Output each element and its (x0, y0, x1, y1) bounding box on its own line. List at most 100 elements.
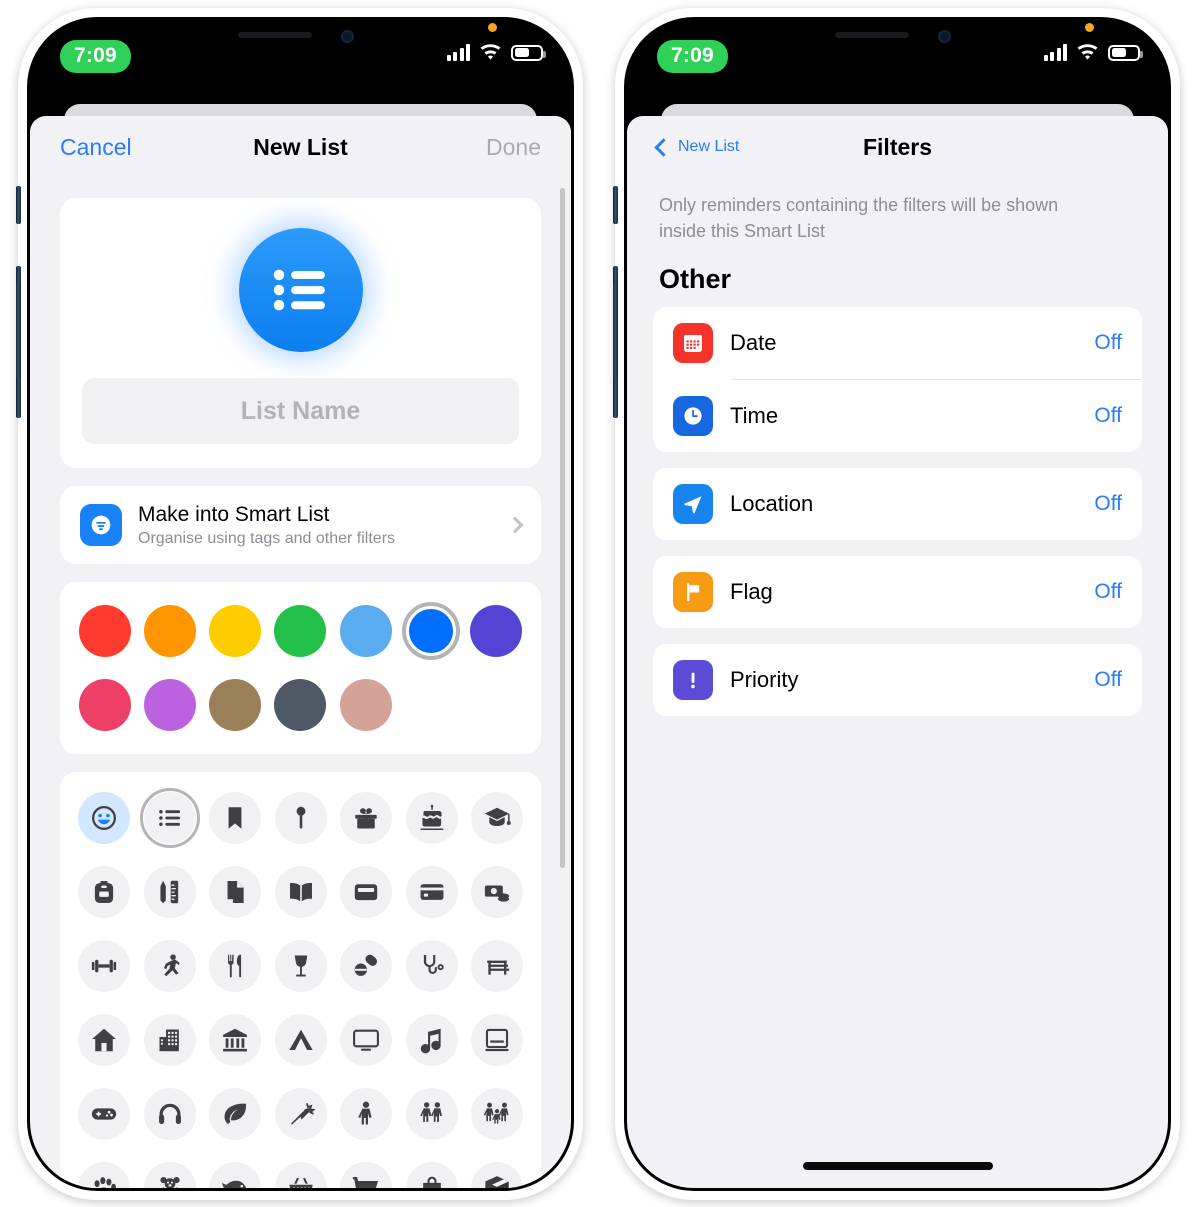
glyph-option-headphones[interactable] (140, 1084, 200, 1144)
power-button[interactable] (16, 283, 21, 379)
glyph-option-person[interactable] (336, 1084, 396, 1144)
fish-icon (209, 1162, 261, 1188)
silent-switch[interactable] (613, 186, 618, 224)
glyph-option-dumbbell[interactable] (74, 936, 134, 996)
color-swatch-pink[interactable] (76, 676, 134, 734)
color-swatch-slate[interactable] (271, 676, 329, 734)
sheet-scrollbar[interactable] (560, 188, 565, 868)
filter-row-priority[interactable]: Priority Off (653, 644, 1142, 716)
color-row-2 (76, 676, 525, 734)
glyph-option-house[interactable] (74, 1010, 134, 1070)
done-button[interactable]: Done (486, 134, 541, 161)
exclamation-icon (673, 660, 713, 701)
new-list-sheet: Cancel New List Done List Name Make into… (30, 116, 571, 1188)
bag-icon (405, 1162, 458, 1188)
glyph-option-two-people[interactable] (402, 1084, 462, 1144)
glyph-option-cake[interactable] (402, 788, 462, 848)
orange-mic-dot-icon (1085, 23, 1094, 32)
color-swatch-red[interactable] (76, 602, 134, 660)
color-swatch-purple[interactable] (141, 676, 199, 734)
bookmark-icon (209, 792, 261, 845)
color-swatch-brown[interactable] (206, 676, 264, 734)
calendar-icon (673, 323, 713, 364)
glyph-option-gift[interactable] (336, 788, 396, 848)
color-swatch-green[interactable] (271, 602, 329, 660)
glyph-option-pencil-ruler[interactable] (140, 862, 200, 922)
section-title-other: Other (659, 264, 732, 295)
glyph-option-carrot[interactable] (271, 1084, 331, 1144)
shopping-cart-icon (340, 1162, 392, 1188)
filter-row-value: Off (1094, 404, 1122, 428)
glyph-option-gamepad[interactable] (74, 1084, 134, 1144)
silent-switch[interactable] (16, 186, 21, 224)
cellular-bars-icon (1043, 44, 1067, 61)
tent-icon (274, 1014, 327, 1067)
filter-row-value: Off (1094, 331, 1122, 355)
color-swatch-yellow[interactable] (206, 602, 264, 660)
filters-description: Only reminders containing the filters wi… (659, 195, 1059, 242)
glyph-option-paw[interactable] (74, 1158, 134, 1188)
power-button[interactable] (613, 283, 618, 379)
make-into-smart-list-row[interactable]: Make into Smart List Organise using tags… (60, 486, 541, 565)
glyph-option-fish[interactable] (205, 1158, 265, 1188)
smart-list-subtitle: Organise using tags and other filters (138, 530, 396, 548)
color-swatch-indigo[interactable] (467, 602, 525, 660)
filter-row-flag[interactable]: Flag Off (653, 556, 1142, 628)
glyph-option-family[interactable] (467, 1084, 527, 1144)
glyph-option-graduation-cap[interactable] (467, 788, 527, 848)
paw-icon (78, 1162, 130, 1188)
color-swatch-orange[interactable] (141, 602, 199, 660)
glyph-option-money[interactable] (467, 862, 527, 922)
glyph-option-computer[interactable] (467, 1010, 527, 1070)
dumbbell-icon (78, 940, 130, 993)
notch (196, 20, 405, 53)
chevron-left-icon (654, 137, 673, 157)
cancel-button[interactable]: Cancel (60, 134, 132, 161)
glyph-option-tent[interactable] (271, 1010, 331, 1070)
glyph-option-bench[interactable] (467, 936, 527, 996)
glyph-option-music-note[interactable] (402, 1010, 462, 1070)
glyph-option-book[interactable] (271, 862, 331, 922)
list-icon-preview[interactable] (238, 228, 363, 352)
glyph-option-bank[interactable] (205, 1010, 265, 1070)
glyph-option-smiley[interactable] (74, 788, 134, 848)
smart-list-icon (80, 504, 122, 547)
list-name-input[interactable]: List Name (82, 378, 519, 444)
status-time: 7:09 (60, 40, 131, 73)
glyph-option-runner[interactable] (140, 936, 200, 996)
glyph-option-building[interactable] (140, 1010, 200, 1070)
filter-row-label: Time (730, 403, 779, 429)
glyph-option-credit-card[interactable] (402, 862, 462, 922)
glyph-option-backpack[interactable] (74, 862, 134, 922)
back-button[interactable]: New List (654, 137, 739, 157)
monitor-icon (340, 1014, 392, 1067)
status-bar-right: 7:09 (627, 20, 1168, 106)
filters-navbar: New List Filters (627, 116, 1168, 178)
glyph-option-fork-knife[interactable] (205, 936, 265, 996)
filter-row-date[interactable]: Date Off (653, 307, 1142, 379)
glyph-option-list-bullet[interactable] (139, 788, 200, 849)
glyph-option-monitor[interactable] (336, 1010, 396, 1070)
glyph-option-wallet[interactable] (336, 862, 396, 922)
glyph-option-wine-glass[interactable] (271, 936, 331, 996)
glyph-option-pills[interactable] (336, 936, 396, 996)
glyph-option-bookmark[interactable] (205, 788, 265, 848)
glyph-option-box[interactable] (467, 1158, 527, 1188)
glyph-option-basket[interactable] (271, 1158, 331, 1188)
glyph-option-leaf[interactable] (205, 1084, 265, 1144)
color-swatch-light-blue[interactable] (337, 602, 395, 660)
filter-row-time[interactable]: Time Off (653, 380, 1142, 452)
glyph-option-bag[interactable] (402, 1158, 462, 1188)
filter-row-location[interactable]: Location Off (653, 468, 1142, 540)
color-dot (144, 605, 197, 658)
glyph-row (74, 936, 527, 996)
glyph-option-document[interactable] (205, 862, 265, 922)
glyph-option-shopping-cart[interactable] (336, 1158, 396, 1188)
glyph-option-pin[interactable] (271, 788, 331, 848)
color-swatch-rose[interactable] (337, 676, 395, 734)
family-icon (471, 1088, 523, 1141)
color-swatch-blue[interactable] (401, 602, 460, 661)
glyph-option-stethoscope[interactable] (402, 936, 462, 996)
home-indicator[interactable] (802, 1162, 993, 1170)
glyph-option-teddy-bear[interactable] (140, 1158, 200, 1188)
